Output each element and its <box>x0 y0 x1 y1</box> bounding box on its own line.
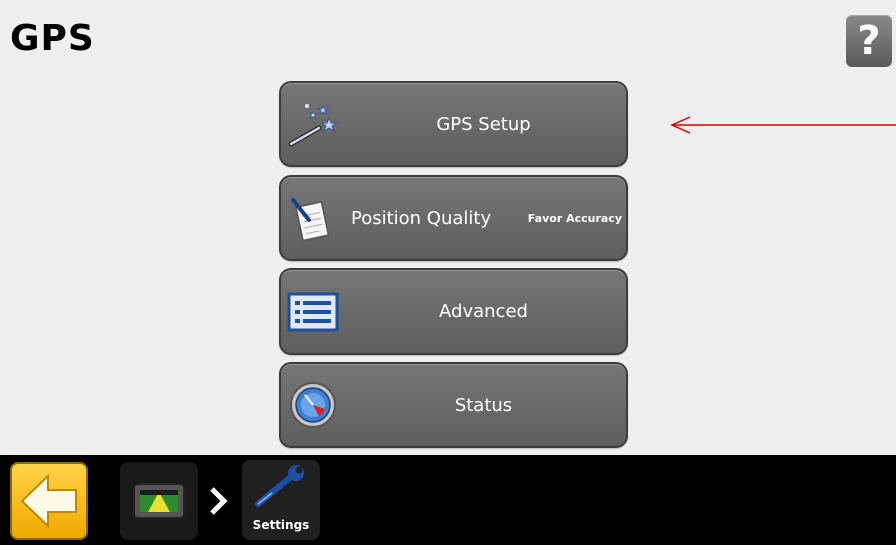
wrench-icon <box>255 465 304 507</box>
position-quality-button[interactable]: Position Quality Favor Accuracy <box>279 175 628 261</box>
gauge-icon <box>290 382 336 428</box>
display-breadcrumb[interactable] <box>120 462 198 540</box>
gps-setup-label: GPS Setup <box>436 113 531 135</box>
position-quality-label: Position Quality <box>351 207 492 229</box>
status-button[interactable]: Status <box>279 362 628 448</box>
position-quality-value: Favor Accuracy <box>527 211 622 225</box>
help-button[interactable]: ? <box>846 15 892 67</box>
settings-breadcrumb[interactable]: Settings <box>242 460 320 540</box>
display-icon <box>133 483 185 519</box>
page-title: GPS <box>10 18 95 59</box>
magic-wand-icon <box>288 104 338 147</box>
back-arrow-icon <box>20 473 77 529</box>
help-icon: ? <box>857 18 881 64</box>
advanced-button[interactable]: Advanced <box>279 268 628 355</box>
settings-breadcrumb-label: Settings <box>252 518 310 532</box>
chevron-right-icon <box>210 487 228 515</box>
advanced-label: Advanced <box>439 301 528 322</box>
notepad-pen-icon <box>291 198 330 242</box>
annotation-arrow <box>670 116 896 134</box>
back-button[interactable] <box>10 462 88 540</box>
status-label: Status <box>454 394 513 416</box>
gps-setup-button[interactable]: GPS Setup <box>279 81 628 167</box>
list-icon <box>287 292 339 331</box>
